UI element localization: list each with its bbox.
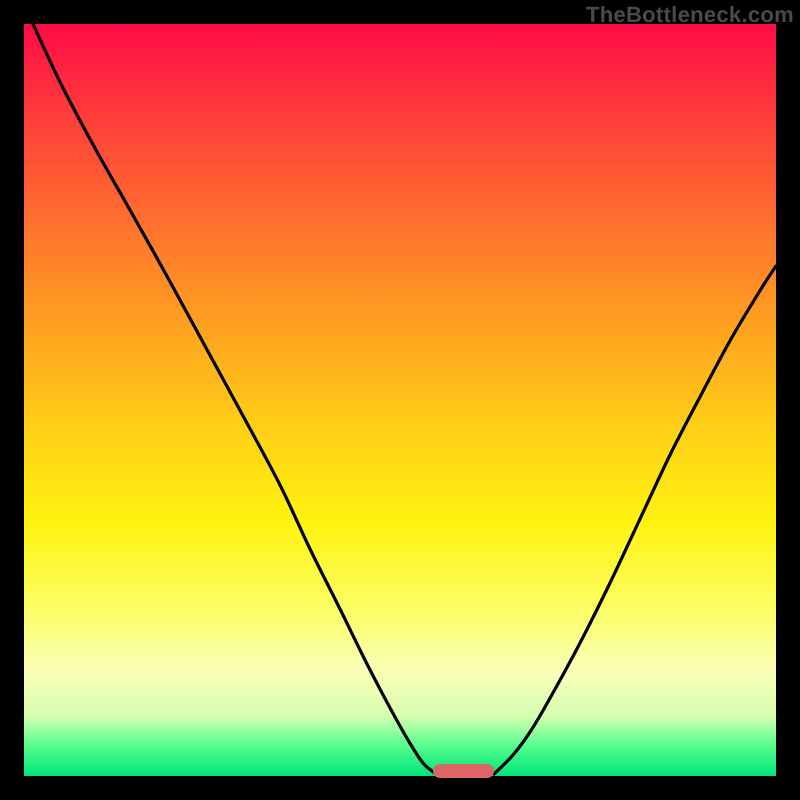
chart-frame xyxy=(24,24,776,776)
gradient-background xyxy=(24,24,776,776)
optimal-range-marker xyxy=(433,764,494,778)
watermark-text: TheBottleneck.com xyxy=(586,2,794,28)
